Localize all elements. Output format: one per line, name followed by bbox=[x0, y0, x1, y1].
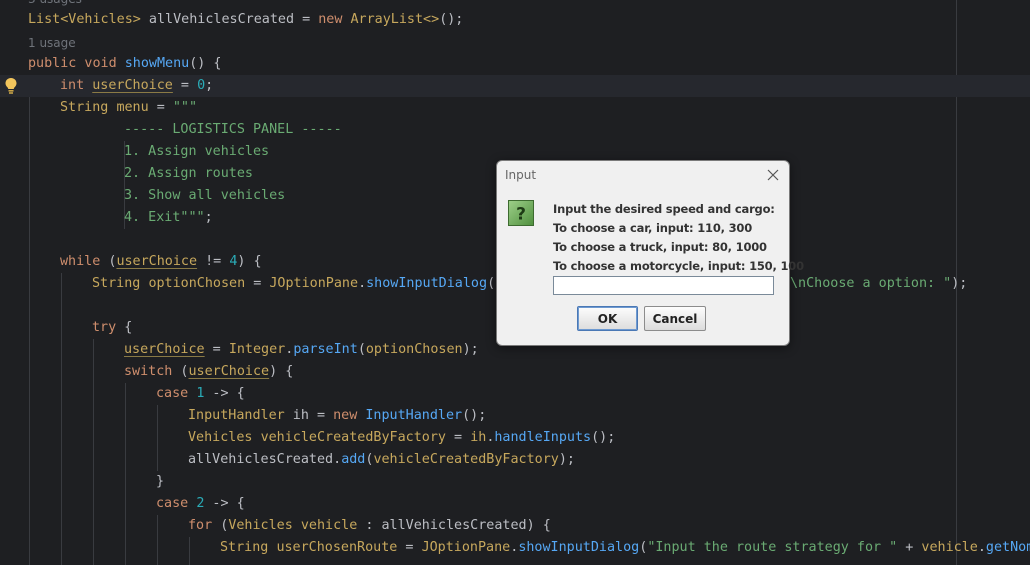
close-icon[interactable] bbox=[763, 165, 783, 185]
code-line: for (Vehicles vehicle : allVehiclesCreat… bbox=[188, 518, 551, 533]
dialog-message-line: To choose a car, input: 110, 300 bbox=[553, 221, 752, 235]
code-line: allVehiclesCreated.add(vehicleCreatedByF… bbox=[188, 452, 575, 467]
lightbulb-icon[interactable] bbox=[4, 77, 18, 95]
question-icon: ? bbox=[508, 200, 534, 226]
code-line-current: int userChoice = 0; bbox=[0, 75, 1030, 97]
speed-cargo-input[interactable] bbox=[553, 276, 774, 295]
dialog-message-line: To choose a motorcycle, input: 150, 100 bbox=[553, 259, 804, 273]
dialog-message-line: To choose a truck, input: 80, 1000 bbox=[553, 240, 767, 254]
code-line: public void showMenu() { bbox=[28, 56, 222, 71]
code-line: Vehicles vehicleCreatedByFactory = ih.ha… bbox=[188, 430, 616, 445]
code-line: case 1 -> { bbox=[156, 386, 245, 401]
svg-text:?: ? bbox=[516, 205, 526, 225]
code-line: switch (userChoice) { bbox=[124, 364, 294, 379]
code-line: List<Vehicles> allVehiclesCreated = new … bbox=[28, 12, 464, 27]
code-line: String userChosenRoute = JOptionPane.sho… bbox=[220, 540, 1030, 555]
dialog-title: Input bbox=[505, 168, 537, 182]
ok-button[interactable]: OK bbox=[577, 306, 638, 331]
code-line: String menu = """ bbox=[60, 100, 198, 115]
code-line: InputHandler ih = new InputHandler(); bbox=[188, 408, 487, 423]
code-line: ----- LOGISTICS PANEL ----- bbox=[124, 122, 342, 137]
cancel-button[interactable]: Cancel bbox=[644, 306, 706, 331]
code-line: case 2 -> { bbox=[156, 496, 245, 511]
input-dialog: Input ? Input the desired speed and carg… bbox=[496, 160, 804, 346]
usages-inlay-hint[interactable]: 1 usage bbox=[28, 32, 76, 54]
dialog-message-line: Input the desired speed and cargo: bbox=[553, 202, 775, 216]
code-line: } bbox=[156, 474, 165, 489]
